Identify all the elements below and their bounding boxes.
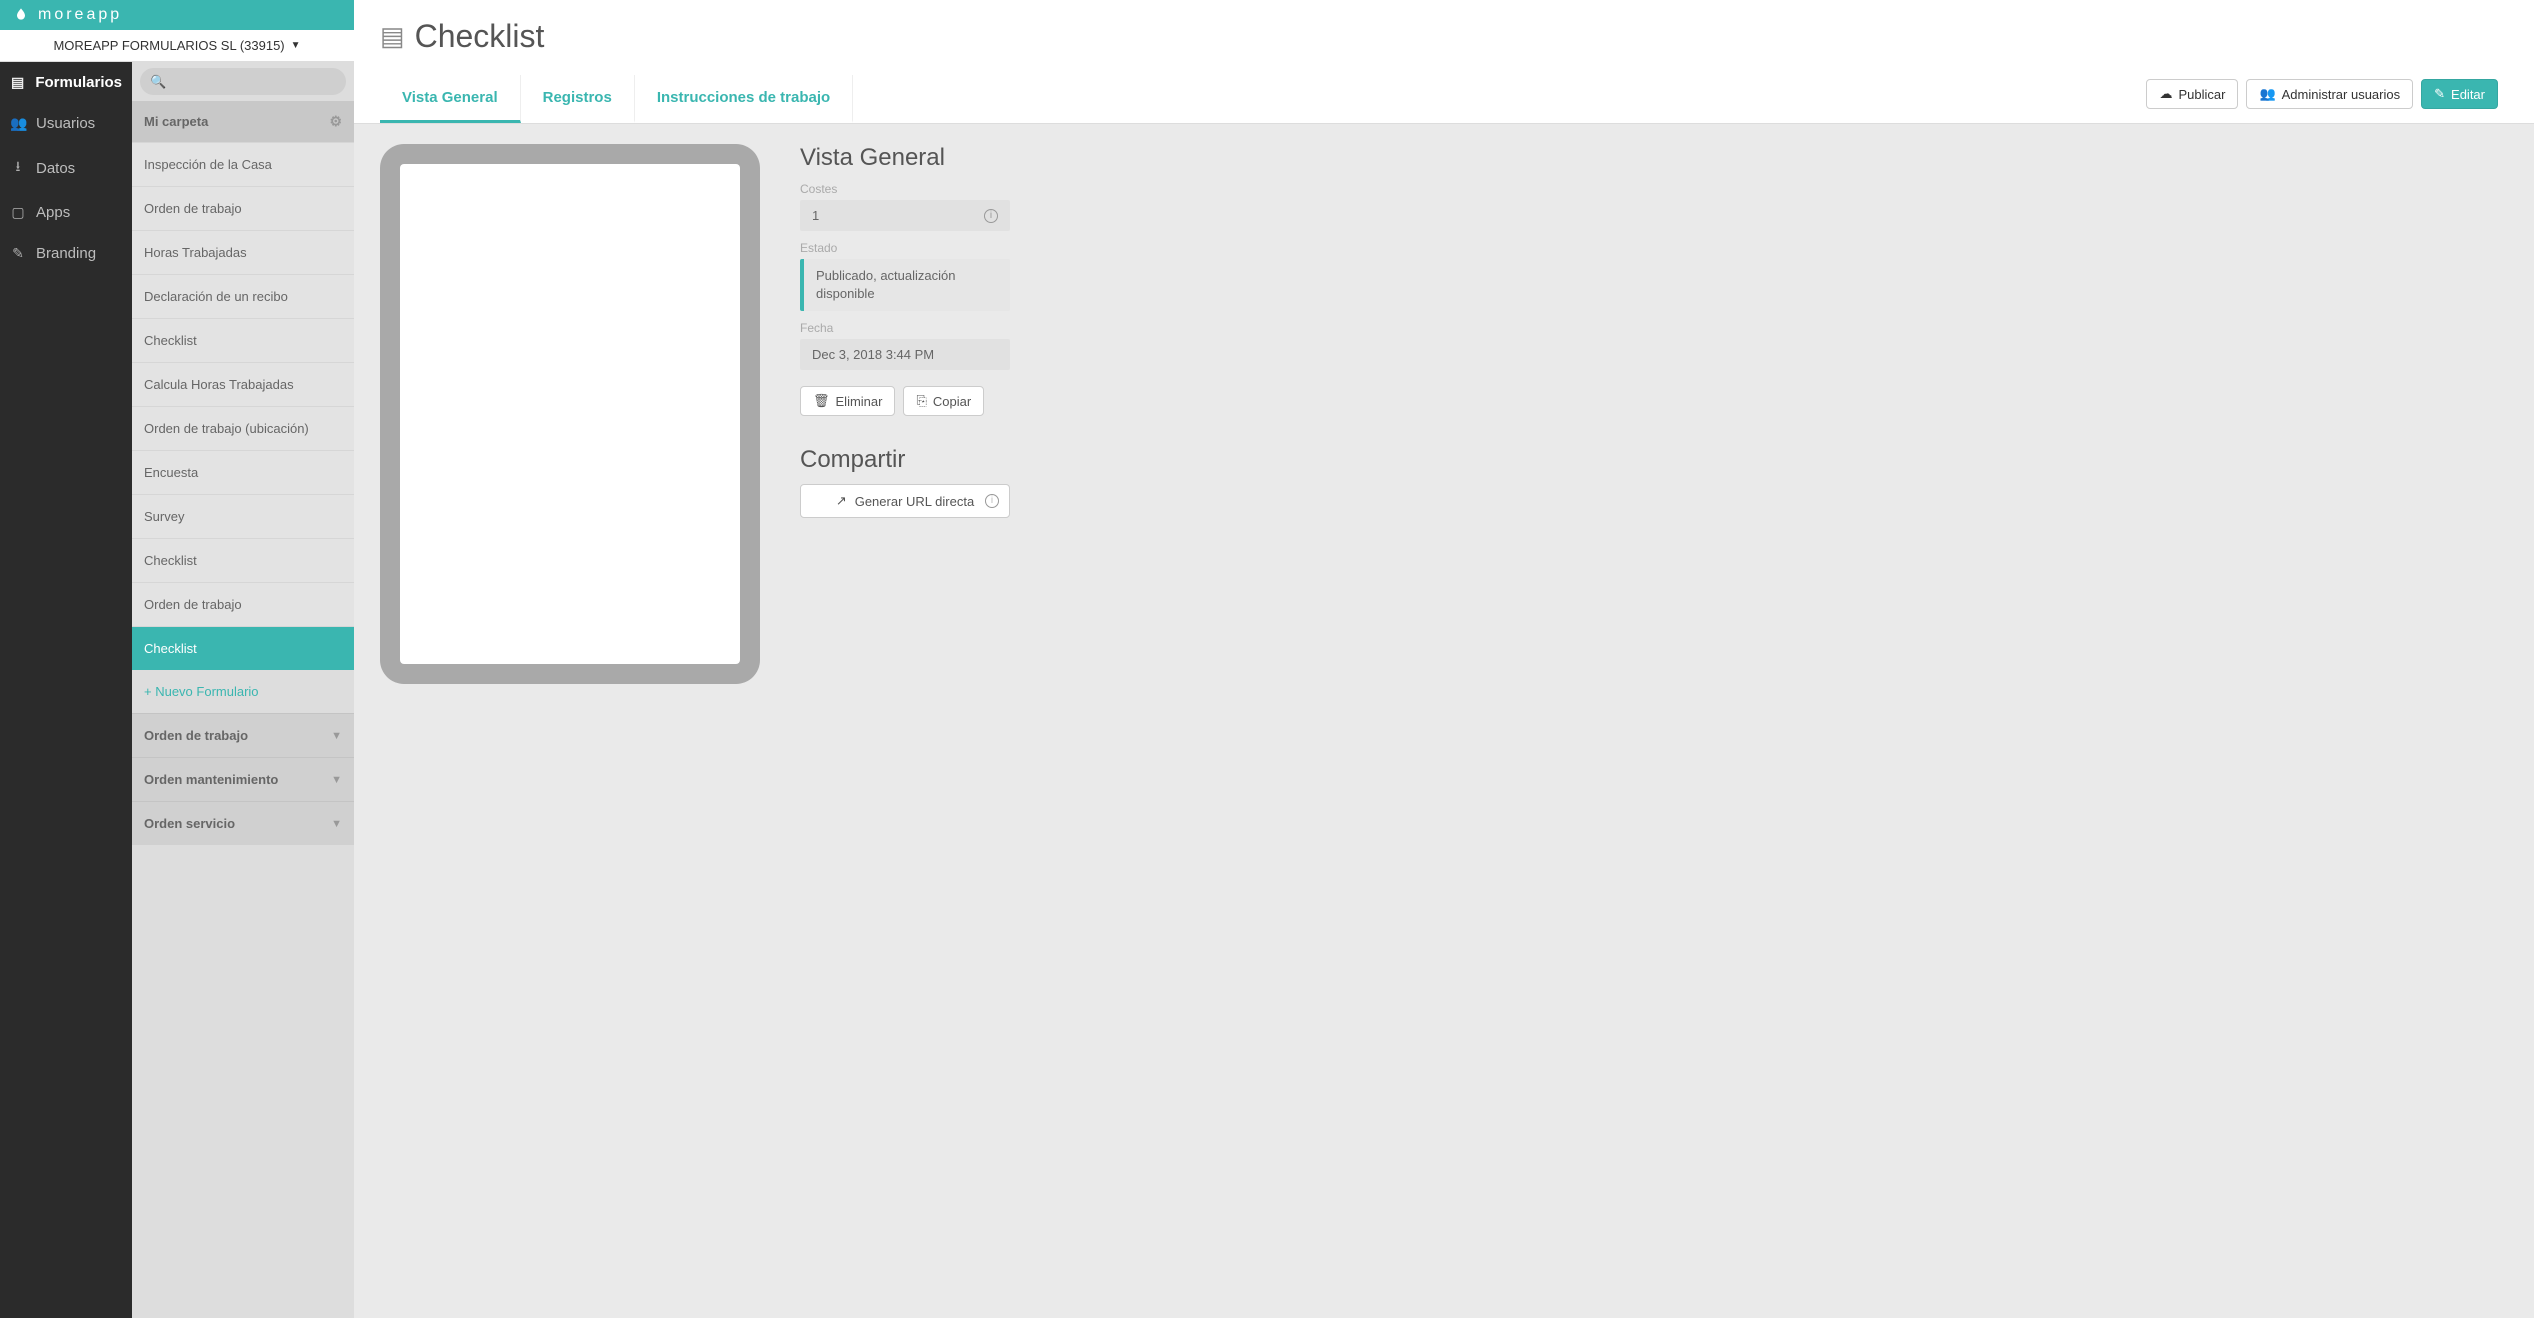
publish-label: Publicar [2178,87,2225,102]
tab-vista-general[interactable]: Vista General [380,75,521,123]
cloud-upload-icon: ☁ [2159,86,2172,102]
collapsed-folder-label: Orden mantenimiento [144,772,278,787]
brand-bar: moreapp [0,0,354,30]
gear-icon[interactable]: ⚙ [329,113,342,130]
copy-button[interactable]: ⎘ Copiar [903,386,984,416]
edit-button[interactable]: ✎ Editar [2421,79,2498,109]
form-item[interactable]: Survey [132,494,354,538]
nav-item-formularios[interactable]: ▤ Formularios [0,62,132,103]
costs-value: 1 [812,208,819,223]
state-value: Publicado, actualización disponible [816,267,998,303]
form-item[interactable]: Orden de trabajo [132,582,354,626]
collapsed-folder[interactable]: Orden de trabajo ▼ [132,713,354,757]
date-value: Dec 3, 2018 3:44 PM [812,347,934,362]
manage-users-label: Administrar usuarios [2282,87,2401,102]
nav-item-datos[interactable]: ⭳ Datos [0,144,132,192]
tab-actions: ☁ Publicar 👥 Administrar usuarios ✎ Edit… [2146,79,2508,119]
chevron-down-icon: ▼ [331,818,342,830]
date-label: Fecha [800,321,1010,335]
search-icon: 🔍 [150,74,166,90]
main-header: ▤ Checklist Vista General Registros Inst… [354,0,2534,124]
tab-instrucciones[interactable]: Instrucciones de trabajo [635,75,853,123]
new-form-button[interactable]: + Nuevo Formulario [132,670,354,713]
form-item[interactable]: Encuesta [132,450,354,494]
account-selector[interactable]: MOREAPP FORMULARIOS SL (33915) ▼ [0,30,354,62]
nav-label: Formularios [35,74,122,91]
search-input[interactable] [140,68,346,95]
form-item[interactable]: Horas Trabajadas [132,230,354,274]
collapsed-folder-label: Orden servicio [144,816,235,831]
tab-registros[interactable]: Registros [521,75,635,123]
generate-url-label: Generar URL directa [855,494,974,509]
main-content: ▤ Checklist Vista General Registros Inst… [354,0,2534,1318]
form-item[interactable]: Checklist [132,538,354,582]
form-item[interactable]: Orden de trabajo [132,186,354,230]
brand-name: moreapp [38,6,122,24]
collapsed-folder[interactable]: Orden servicio ▼ [132,801,354,845]
details-panel: Vista General Costes 1 i Estado Publicad… [800,144,1010,684]
costs-value-box: 1 i [800,200,1010,231]
delete-button[interactable]: 🗑 Eliminar [800,386,895,416]
edit-label: Editar [2451,87,2485,102]
form-item[interactable]: Declaración de un recibo [132,274,354,318]
copy-icon: ⎘ [916,393,926,409]
info-icon[interactable]: i [984,209,998,223]
form-list: Inspección de la Casa Orden de trabajo H… [132,142,354,713]
state-value-box: Publicado, actualización disponible [800,259,1010,311]
date-value-box: Dec 3, 2018 3:44 PM [800,339,1010,370]
trash-icon: 🗑 [813,393,830,409]
page-title: ▤ Checklist [380,18,2508,55]
form-item-selected[interactable]: Checklist [132,626,354,670]
folder-name: Mi carpeta [144,114,208,129]
folder-column: 🔍 Mi carpeta ⚙ Inspección de la Casa Ord… [132,0,354,1318]
publish-button[interactable]: ☁ Publicar [2146,79,2238,109]
folder-header[interactable]: Mi carpeta ⚙ [132,101,354,142]
delete-label: Eliminar [836,394,883,409]
costs-label: Costes [800,182,1010,196]
tablet-preview-screen [400,164,740,664]
logo-leaf-icon [12,6,30,24]
download-icon: ⭳ [10,156,26,180]
page-title-text: Checklist [415,18,545,55]
external-link-icon: ↗ [836,493,847,509]
pencil-icon: ✎ [2434,86,2445,102]
generate-url-button[interactable]: ↗ Generar URL directa i [800,484,1010,518]
tablet-icon: ▢ [10,204,26,221]
tablet-preview-frame [380,144,760,684]
share-heading: Compartir [800,446,1010,474]
form-icon: ▤ [10,74,25,91]
nav-item-branding[interactable]: ✎ Branding [0,233,132,274]
chevron-down-icon: ▼ [331,774,342,786]
caret-down-icon: ▼ [291,40,301,51]
collapsed-folder[interactable]: Orden mantenimiento ▼ [132,757,354,801]
primary-nav: ▤ Formularios 👥 Usuarios ⭳ Datos ▢ Apps … [0,0,132,1318]
info-icon[interactable]: i [985,494,999,508]
document-icon: ▤ [380,21,405,52]
form-item[interactable]: Orden de trabajo (ubicación) [132,406,354,450]
nav-label: Branding [36,245,96,262]
nav-item-usuarios[interactable]: 👥 Usuarios [0,103,132,144]
form-item[interactable]: Calcula Horas Trabajadas [132,362,354,406]
nav-label: Datos [36,160,75,177]
users-icon: 👥 [2259,86,2275,102]
nav-item-apps[interactable]: ▢ Apps [0,192,132,233]
manage-users-button[interactable]: 👥 Administrar usuarios [2246,79,2413,109]
account-label: MOREAPP FORMULARIOS SL (33915) [53,38,284,53]
nav-label: Usuarios [36,115,95,132]
users-icon: 👥 [10,115,26,132]
tabs: Vista General Registros Instrucciones de… [380,75,853,123]
nav-label: Apps [36,204,70,221]
form-item[interactable]: Checklist [132,318,354,362]
copy-label: Copiar [933,394,971,409]
state-label: Estado [800,241,1010,255]
form-item[interactable]: Inspección de la Casa [132,142,354,186]
chevron-down-icon: ▼ [331,730,342,742]
collapsed-folder-label: Orden de trabajo [144,728,248,743]
brush-icon: ✎ [10,245,26,262]
overview-heading: Vista General [800,144,1010,172]
